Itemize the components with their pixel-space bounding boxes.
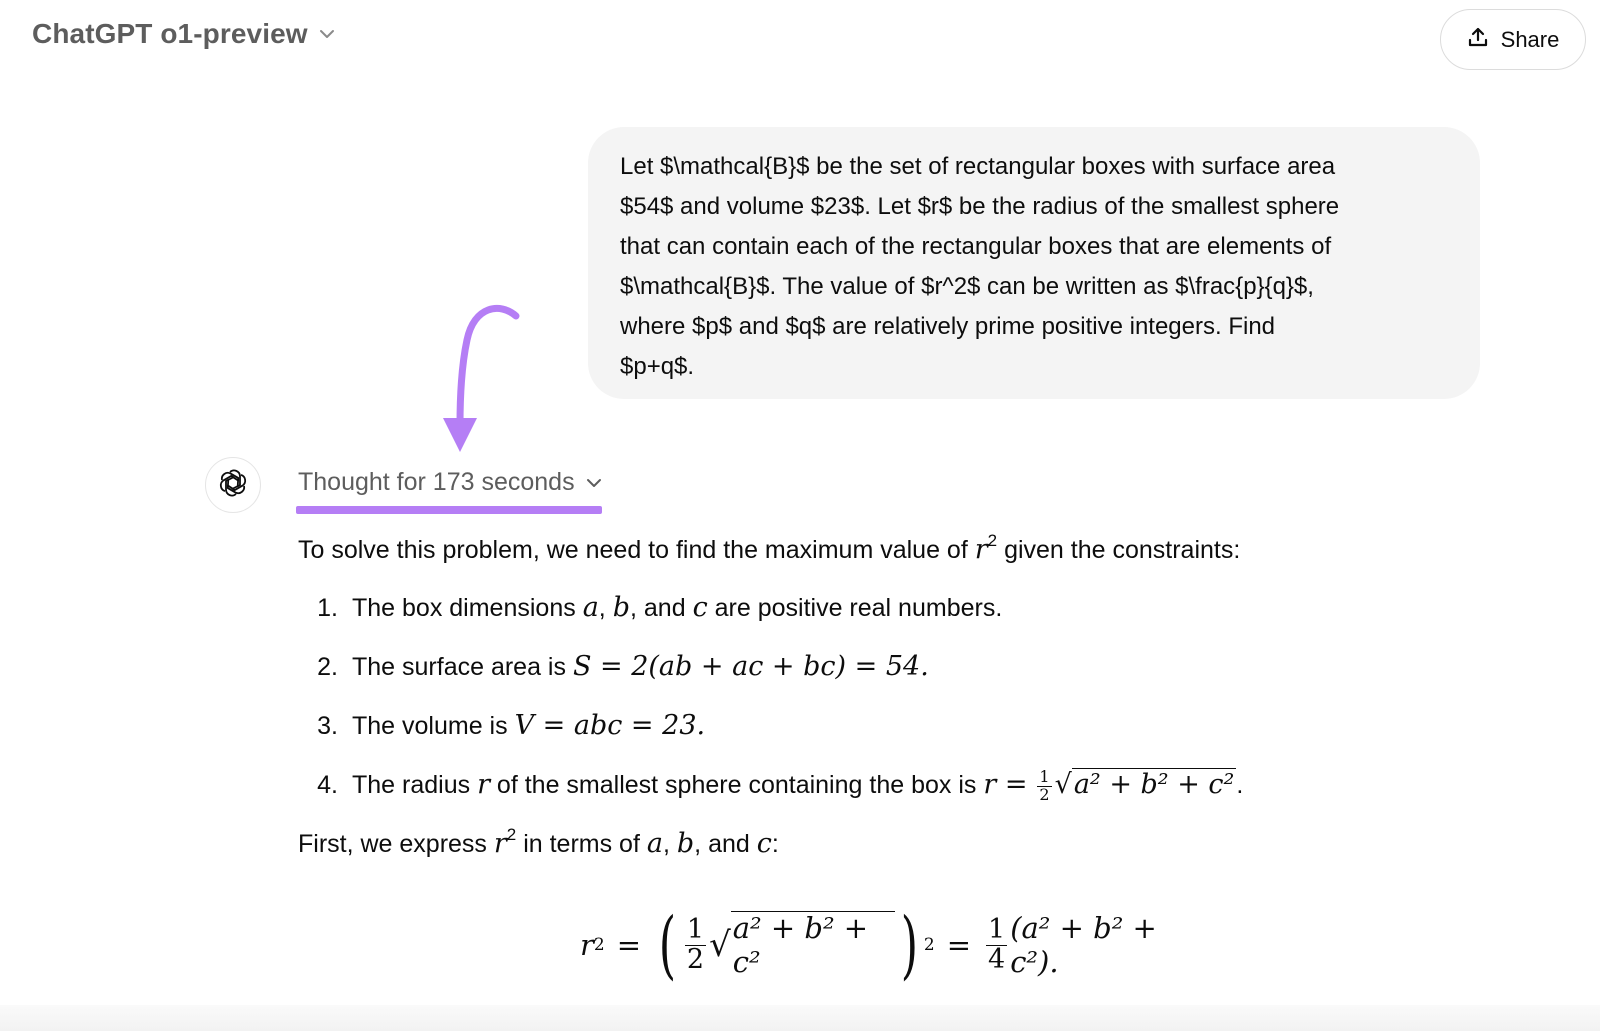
math-var: r bbox=[974, 534, 988, 565]
text: To solve this problem, we need to find t… bbox=[298, 536, 975, 564]
highlight-underline bbox=[296, 506, 602, 514]
math-sup: 2 bbox=[987, 531, 998, 550]
user-message-line: $54$ and volume $23$. Let $r$ be the rad… bbox=[620, 193, 1340, 220]
left-paren-icon: ( bbox=[658, 902, 677, 988]
math-var: b bbox=[676, 828, 695, 859]
math-equals: = bbox=[616, 928, 642, 962]
math-var: a bbox=[582, 592, 599, 623]
fraction-denominator: 4 bbox=[988, 943, 1006, 975]
thought-label: Thought for 173 seconds bbox=[298, 468, 575, 496]
math-sqrt-body: a² + b² + c² bbox=[1071, 768, 1237, 800]
list-number: 1. bbox=[317, 594, 338, 622]
math-expression: (a² + b² + c²). bbox=[1010, 911, 1157, 979]
assistant-answer: To solve this problem, we need to find t… bbox=[298, 530, 1398, 864]
fraction-denominator: 2 bbox=[1039, 784, 1050, 804]
user-message-line: where $p$ and $q$ are relatively prime p… bbox=[620, 313, 1276, 340]
math-expression: S = 2(ab + ac + bc) = 54. bbox=[572, 651, 929, 682]
math-var: r bbox=[477, 769, 490, 800]
user-message-bubble: Let $\mathcal{B}$ be the set of rectangu… bbox=[588, 127, 1480, 399]
thought-toggle[interactable]: Thought for 173 seconds bbox=[298, 468, 603, 497]
sqrt-icon: √ bbox=[709, 925, 731, 965]
math-fraction: 12 bbox=[684, 914, 707, 975]
fraction-numerator: 1 bbox=[986, 914, 1008, 946]
upload-share-icon bbox=[1467, 26, 1489, 53]
math-var: c bbox=[756, 828, 772, 859]
list-number: 4. bbox=[317, 771, 338, 799]
text: : bbox=[771, 830, 779, 858]
chevron-down-icon bbox=[585, 474, 603, 492]
math-sqrt-body: a² + b² + c² bbox=[730, 911, 895, 979]
text: First, we express bbox=[298, 830, 494, 858]
math-var: r bbox=[580, 928, 594, 962]
bottom-fade bbox=[0, 1005, 1600, 1031]
text: , bbox=[662, 830, 677, 858]
openai-logo-icon bbox=[218, 468, 248, 503]
math-fraction: 12 bbox=[1037, 768, 1052, 804]
math-expression: V = abc = 23. bbox=[514, 710, 706, 741]
user-message-line: Let $\mathcal{B}$ be the set of rectangu… bbox=[620, 153, 1336, 180]
math-var: a bbox=[646, 828, 663, 859]
user-message-line: $p+q$. bbox=[620, 353, 695, 380]
math-expression: r = bbox=[983, 769, 1028, 800]
right-paren-icon: ) bbox=[900, 902, 919, 988]
text: given the constraints: bbox=[997, 536, 1241, 564]
chevron-down-icon bbox=[318, 25, 336, 43]
list-item: 4. The radius r of the smallest sphere c… bbox=[298, 765, 1398, 805]
sqrt-icon: √ bbox=[1054, 769, 1072, 800]
curved-arrow-down-icon bbox=[443, 305, 520, 452]
model-switcher[interactable]: ChatGPT o1-preview bbox=[32, 18, 336, 50]
text: The radius bbox=[352, 771, 478, 799]
user-message-line: that can contain each of the rectangular… bbox=[620, 233, 1332, 260]
math-sup: 2 bbox=[506, 825, 517, 844]
text: are positive real numbers. bbox=[707, 594, 1003, 622]
constraints-list: 1. The box dimensions a, b, and c are po… bbox=[298, 588, 1398, 805]
answer-paragraph: First, we express r2 in terms of a, b, a… bbox=[298, 824, 1398, 864]
math-var: b bbox=[612, 592, 630, 623]
user-message-line: $\mathcal{B}$. The value of $r^2$ can be… bbox=[620, 273, 1314, 300]
text: , and bbox=[630, 594, 693, 622]
list-number: 3. bbox=[317, 712, 338, 740]
list-number: 2. bbox=[317, 653, 338, 681]
model-name: ChatGPT o1-preview bbox=[32, 18, 308, 49]
display-equation: r2 = ( 12 √ a² + b² + c² ) 2 = 14 (a² + b²… bbox=[580, 900, 1200, 990]
text: , and bbox=[694, 830, 757, 858]
text: , bbox=[598, 594, 613, 622]
fraction-denominator: 2 bbox=[686, 943, 705, 975]
header: ChatGPT o1-preview Share bbox=[0, 0, 1600, 80]
list-item: 1. The box dimensions a, b, and c are po… bbox=[298, 588, 1398, 628]
share-label: Share bbox=[1500, 26, 1560, 52]
assistant-avatar bbox=[205, 457, 261, 513]
text: . bbox=[1236, 771, 1244, 799]
share-button[interactable]: Share bbox=[1440, 9, 1586, 70]
list-item: 2. The surface area is S = 2(ab + ac + b… bbox=[298, 647, 1398, 687]
math-equals: = bbox=[946, 928, 971, 962]
list-item: 3. The volume is V = abc = 23. bbox=[298, 706, 1398, 746]
text: The box dimensions bbox=[352, 594, 583, 622]
text: of the smallest sphere containing the bo… bbox=[489, 771, 984, 799]
math-fraction: 14 bbox=[986, 914, 1008, 975]
answer-intro: To solve this problem, we need to find t… bbox=[298, 530, 1398, 570]
math-var: r bbox=[493, 828, 507, 859]
math-var: c bbox=[692, 592, 708, 623]
fraction-numerator: 1 bbox=[684, 914, 707, 946]
text: in terms of bbox=[516, 830, 647, 858]
text: The surface area is bbox=[352, 653, 573, 681]
text: The volume is bbox=[352, 712, 515, 740]
